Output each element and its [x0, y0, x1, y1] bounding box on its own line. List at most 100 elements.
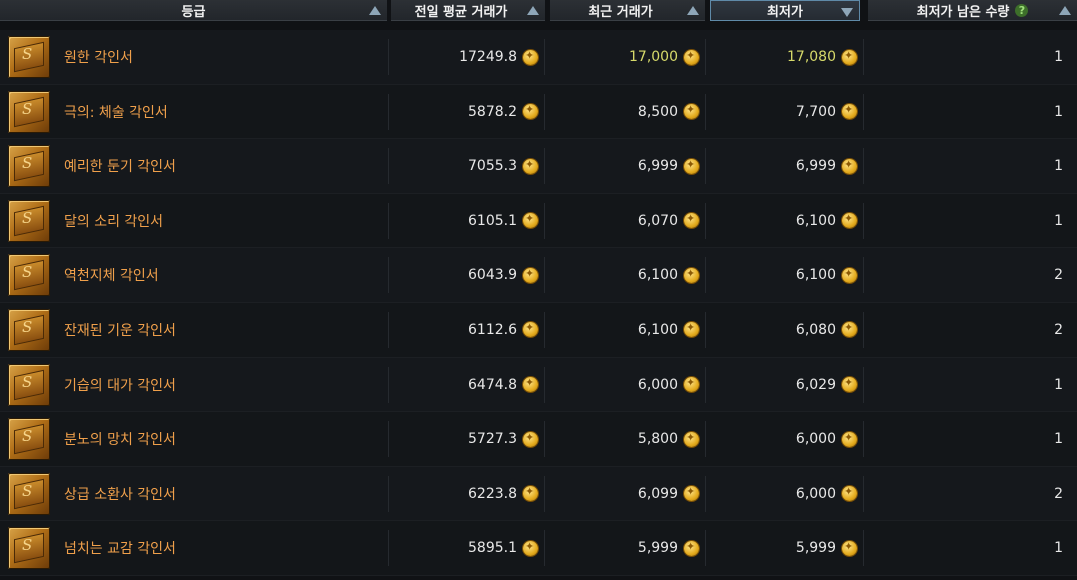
- lowest-price-cell: 7,700: [708, 93, 864, 130]
- table-row[interactable]: 예리한 둔기 각인서 7055.3 6,999 6,999 1: [0, 139, 1077, 194]
- table-row[interactable]: 상급 소환사 각인서 6223.8 6,099 6,000 2: [0, 466, 1077, 522]
- remaining-qty: 2: [1054, 267, 1063, 284]
- gold-coin-icon: [523, 267, 538, 283]
- table-row[interactable]: 달의 소리 각인서 6105.1 6,070 6,100 1: [0, 193, 1077, 249]
- engraving-book-icon: [8, 199, 50, 242]
- recent-price: 6,100: [637, 267, 678, 284]
- listing-rows: 원한 각인서 17249.8 17,000 17,080 1 극의: 체술 각인…: [0, 30, 1077, 576]
- gold-coin-icon: [523, 321, 538, 338]
- prev-avg-cell: 6043.9: [390, 257, 545, 294]
- remaining-qty-cell: 1: [866, 530, 1073, 566]
- lowest-price: 5,999: [795, 540, 836, 557]
- gold-coin-icon: [842, 158, 857, 174]
- prev-avg-cell: 17249.8: [390, 39, 545, 75]
- prev-avg-cell: 7055.3: [390, 148, 545, 185]
- item-name: 원한 각인서: [64, 50, 133, 66]
- gold-coin-icon: [684, 321, 699, 338]
- item-cell[interactable]: 잔재된 기운 각인서: [4, 308, 389, 351]
- item-cell[interactable]: 분노의 망치 각인서: [4, 418, 389, 461]
- table-row[interactable]: 극의: 체술 각인서 5878.2 8,500 7,700 1: [0, 84, 1077, 140]
- prev-avg-price: 7055.3: [468, 158, 517, 175]
- item-cell[interactable]: 넘치는 교감 각인서: [4, 527, 389, 570]
- recent-price: 6,000: [637, 376, 678, 393]
- lowest-price: 6,029: [795, 376, 836, 393]
- table-row[interactable]: 넘치는 교감 각인서 5895.1 5,999 5,999 1: [0, 521, 1077, 576]
- remaining-qty: 1: [1054, 49, 1063, 65]
- lowest-price: 6,080: [795, 321, 836, 338]
- gold-coin-icon: [523, 49, 538, 65]
- gold-coin-icon: [684, 158, 699, 174]
- item-cell[interactable]: 극의: 체술 각인서: [4, 90, 389, 133]
- sort-up-icon[interactable]: [687, 6, 699, 15]
- prev-avg-price: 6223.8: [468, 485, 517, 502]
- remaining-qty: 1: [1054, 376, 1063, 393]
- sort-up-icon[interactable]: [527, 6, 539, 15]
- sort-down-icon[interactable]: [841, 8, 853, 17]
- prev-avg-price: 17249.8: [459, 49, 517, 65]
- recent-price: 6,070: [637, 212, 678, 229]
- gold-coin-icon: [842, 540, 857, 556]
- recent-price: 5,800: [637, 431, 678, 448]
- lowest-price: 6,000: [795, 431, 836, 448]
- item-cell[interactable]: 예리한 둔기 각인서: [4, 145, 389, 188]
- engraving-book-icon: [8, 472, 50, 515]
- remaining-qty: 2: [1054, 321, 1063, 338]
- header-lowest[interactable]: 최저가: [710, 0, 860, 21]
- item-cell[interactable]: 상급 소환사 각인서: [4, 472, 389, 515]
- remaining-qty-cell: 1: [866, 148, 1073, 184]
- table-row[interactable]: 역천지체 각인서 6043.9 6,100 6,100 2: [0, 248, 1077, 303]
- gold-coin-icon: [684, 267, 699, 283]
- item-name: 분노의 망치 각인서: [64, 432, 176, 449]
- gold-coin-icon: [523, 212, 538, 229]
- table-row[interactable]: 잔재된 기운 각인서 6112.6 6,100 6,080 2: [0, 302, 1077, 358]
- gold-coin-icon: [523, 540, 538, 556]
- item-cell[interactable]: 역천지체 각인서: [4, 254, 389, 297]
- recent-price-cell: 6,999: [549, 148, 706, 185]
- gold-coin-icon: [842, 321, 857, 338]
- recent-price-cell: 6,100: [549, 311, 706, 348]
- item-cell[interactable]: 달의 소리 각인서: [4, 199, 389, 242]
- remaining-qty: 1: [1054, 103, 1063, 120]
- item-name: 예리한 둔기 각인서: [64, 159, 176, 176]
- gold-coin-icon: [842, 267, 857, 283]
- lowest-price: 6,100: [795, 267, 836, 284]
- engraving-book-icon: [8, 308, 50, 351]
- lowest-price-cell: 6,999: [708, 148, 864, 185]
- lowest-price: 6,999: [795, 158, 836, 175]
- engraving-book-icon: [8, 418, 50, 461]
- prev-avg-cell: 5878.2: [390, 93, 545, 130]
- remaining-qty: 1: [1054, 158, 1063, 175]
- prev-avg-price: 6112.6: [468, 321, 517, 338]
- header-recent[interactable]: 최근 거래가: [550, 0, 705, 21]
- sort-up-icon[interactable]: [1059, 6, 1071, 15]
- header-grade[interactable]: 등급: [0, 0, 387, 21]
- gold-coin-icon: [684, 485, 699, 502]
- item-name: 기습의 대가 각인서: [64, 377, 176, 394]
- gold-coin-icon: [684, 212, 699, 229]
- table-row[interactable]: 분노의 망치 각인서 5727.3 5,800 6,000 1: [0, 412, 1077, 467]
- header-prev-avg[interactable]: 전일 평균 거래가: [391, 0, 545, 21]
- lowest-price-cell: 6,000: [708, 475, 864, 512]
- item-cell[interactable]: 원한 각인서: [4, 36, 389, 78]
- engraving-book-icon: [8, 527, 50, 570]
- remaining-qty-cell: 1: [866, 367, 1073, 403]
- table-row[interactable]: 기습의 대가 각인서 6474.8 6,000 6,029 1: [0, 357, 1077, 413]
- help-icon[interactable]: ?: [1015, 3, 1029, 17]
- prev-avg-cell: 5727.3: [390, 421, 545, 458]
- recent-price: 6,999: [637, 158, 678, 175]
- item-name: 넘치는 교감 각인서: [64, 541, 176, 558]
- gold-coin-icon: [842, 212, 857, 229]
- gold-coin-icon: [684, 540, 699, 556]
- header-remaining-label: 최저가 남은 수량: [916, 4, 1010, 20]
- prev-avg-cell: 6112.6: [390, 311, 545, 348]
- prev-avg-price: 6043.9: [468, 267, 517, 284]
- remaining-qty: 1: [1054, 540, 1063, 557]
- engraving-book-icon: [8, 90, 50, 133]
- prev-avg-cell: 5895.1: [390, 530, 545, 567]
- header-remaining[interactable]: 최저가 남은 수량 ?: [868, 0, 1077, 21]
- recent-price: 17,000: [629, 49, 678, 65]
- remaining-qty-cell: 1: [866, 421, 1073, 457]
- sort-up-icon[interactable]: [369, 6, 381, 15]
- item-cell[interactable]: 기습의 대가 각인서: [4, 363, 389, 406]
- table-row[interactable]: 원한 각인서 17249.8 17,000 17,080 1: [0, 30, 1077, 85]
